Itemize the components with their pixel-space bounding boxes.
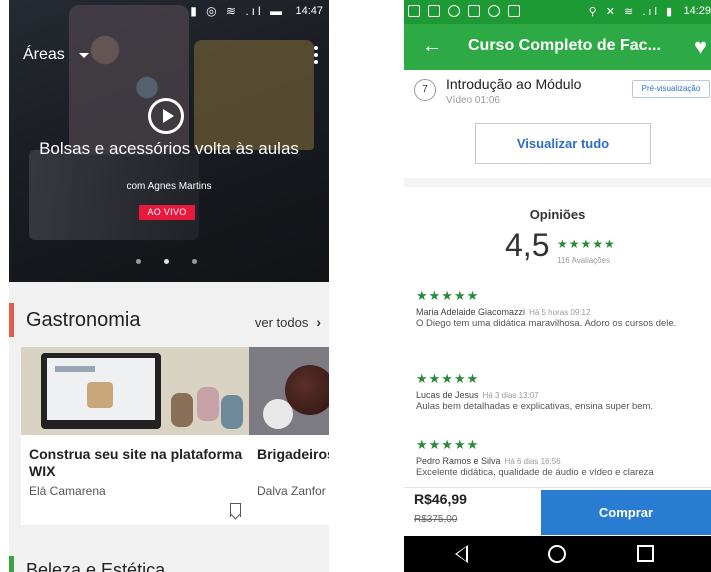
notification-icon — [448, 5, 460, 17]
lesson-list-section: 7 Introdução ao Módulo Vídeo 01:06 Pré-v… — [404, 70, 711, 178]
play-icon[interactable] — [148, 98, 184, 134]
reviews-section: Opiniões 4,5 ★★★★★ 116 Avaliações ★★★★★ … — [404, 187, 711, 487]
notification-icon — [468, 5, 480, 17]
carousel-dot-active[interactable] — [164, 259, 169, 264]
course-author: Elá Camarena — [29, 484, 106, 498]
lesson-title[interactable]: Introdução ao Módulo — [446, 76, 581, 92]
left-phone-screen: ▮ ◎ ≋ .ıl ▬ 14:47 Áreas Bolsas e acessór… — [9, 0, 329, 572]
nav-back-icon[interactable] — [455, 545, 468, 563]
status-bar: ⚲ ✕ ≋ .ıl ▮ 14:29 — [404, 0, 711, 24]
original-price: R$375,00 — [414, 514, 458, 525]
lesson-number: 7 — [414, 79, 436, 101]
course-thumbnail — [21, 347, 249, 435]
areas-dropdown[interactable]: Áreas — [23, 46, 89, 64]
section-header-gastronomia: Gastronomia ver todos › — [9, 303, 329, 337]
review-stars-icon: ★★★★★ — [416, 437, 480, 452]
live-badge: AO VIVO — [139, 205, 195, 220]
status-time: 14:47 — [295, 5, 323, 17]
reviews-heading: Opiniões — [529, 207, 586, 222]
rating-stars-icon: ★★★★★ — [557, 237, 616, 251]
nav-recents-icon[interactable] — [637, 545, 654, 562]
notification-icon — [408, 5, 420, 17]
course-page-title: Curso Completo de Fac... — [468, 37, 661, 54]
average-rating: 4,5 — [505, 227, 550, 263]
section-title: Beleza e Estética — [26, 560, 166, 572]
review-stars-icon: ★★★★★ — [416, 371, 480, 386]
preview-button[interactable]: Pré-visualização — [632, 80, 710, 98]
current-price: R$46,99 — [414, 491, 467, 507]
notification-icon — [488, 5, 500, 17]
rating-count: 116 Avaliações — [557, 256, 611, 265]
more-options-icon[interactable] — [313, 46, 319, 64]
reviewer-name: Maria Adelaide Giacomazzi — [416, 307, 526, 317]
nav-home-icon[interactable] — [548, 545, 566, 563]
status-bar: ▮ ◎ ≋ .ıl ▬ 14:47 — [9, 0, 329, 22]
course-thumbnail — [249, 347, 329, 435]
course-title: Construa seu site na plataforma WIX — [29, 446, 243, 479]
review-time: Há 6 dias 16:56 — [504, 457, 561, 466]
review-item: ★★★★★ Maria Adelaide Giacomazzi Há 5 hora… — [416, 288, 706, 329]
reviewer-name: Pedro Ramos e Silva — [416, 456, 501, 466]
section-title: Gastronomia — [26, 309, 141, 331]
reviewer-name: Lucas de Jesus — [416, 390, 479, 400]
section-accent-bar — [9, 556, 14, 572]
course-author: Dalva Zanfor — [257, 484, 326, 498]
status-time: 14:29 — [683, 5, 711, 17]
review-text: O Diego tem uma didática maravilhosa. Ad… — [416, 318, 677, 329]
review-item: ★★★★★ Lucas de Jesus Há 3 dias 13:07 Aula… — [416, 371, 706, 412]
buy-button[interactable]: Comprar — [541, 490, 711, 535]
banner-title: Bolsas e acessórios volta às aulas — [39, 139, 299, 158]
review-text: Aulas bem detalhadas e explicativas, ens… — [416, 401, 654, 412]
chevron-right-icon: › — [316, 314, 321, 330]
carousel-indicator — [136, 259, 197, 264]
banner-subtitle: com Agnes Martins — [126, 181, 212, 192]
section-header-beleza: Beleza e Estética — [9, 556, 329, 572]
review-item: ★★★★★ Pedro Ramos e Silva Há 6 dias 16:56… — [416, 437, 706, 478]
lesson-duration: Vídeo 01:06 — [446, 95, 500, 106]
status-icons: ⚲ ✕ ≋ .ıl ▮ — [588, 6, 675, 18]
favorite-heart-icon[interactable]: ♥ — [694, 36, 707, 58]
notification-icon — [508, 5, 520, 17]
review-time: Há 5 horas 09:12 — [529, 308, 591, 317]
app-bar: ← Curso Completo de Fac... ♥ — [404, 24, 711, 70]
review-stars-icon: ★★★★★ — [416, 288, 480, 303]
back-arrow-icon[interactable]: ← — [422, 35, 442, 57]
right-phone-screen: ⚲ ✕ ≋ .ıl ▮ 14:29 ← Curso Completo de Fa… — [404, 0, 711, 572]
course-card[interactable]: Construa seu site na plataforma WIX Elá … — [21, 347, 249, 525]
system-nav-bar — [404, 536, 711, 572]
dropdown-arrow-icon — [78, 52, 89, 58]
featured-banner[interactable]: ▮ ◎ ≋ .ıl ▬ 14:47 Áreas Bolsas e acessór… — [9, 0, 329, 282]
course-card[interactable]: Brigadeiros sabores e t Dalva Zanfor — [249, 347, 329, 525]
course-title: Brigadeiros sabores e t — [257, 446, 329, 462]
areas-label: Áreas — [23, 46, 65, 63]
notification-icon — [428, 5, 440, 17]
purchase-bar: R$46,99 R$375,00 Comprar — [404, 487, 711, 536]
review-time: Há 3 dias 13:07 — [482, 391, 539, 400]
view-all-button[interactable]: Visualizar tudo — [475, 123, 651, 164]
review-text: Excelente didática, qualidade de áudio e… — [416, 467, 654, 478]
see-all-link[interactable]: ver todos › — [255, 314, 321, 330]
bookmark-icon[interactable] — [230, 503, 241, 517]
section-accent-bar — [9, 303, 14, 337]
see-all-label: ver todos — [254, 314, 309, 330]
carousel-dot[interactable] — [192, 259, 197, 264]
carousel-dot[interactable] — [136, 259, 141, 264]
status-icons: ▮ ◎ ≋ .ıl ▬ — [190, 4, 285, 18]
